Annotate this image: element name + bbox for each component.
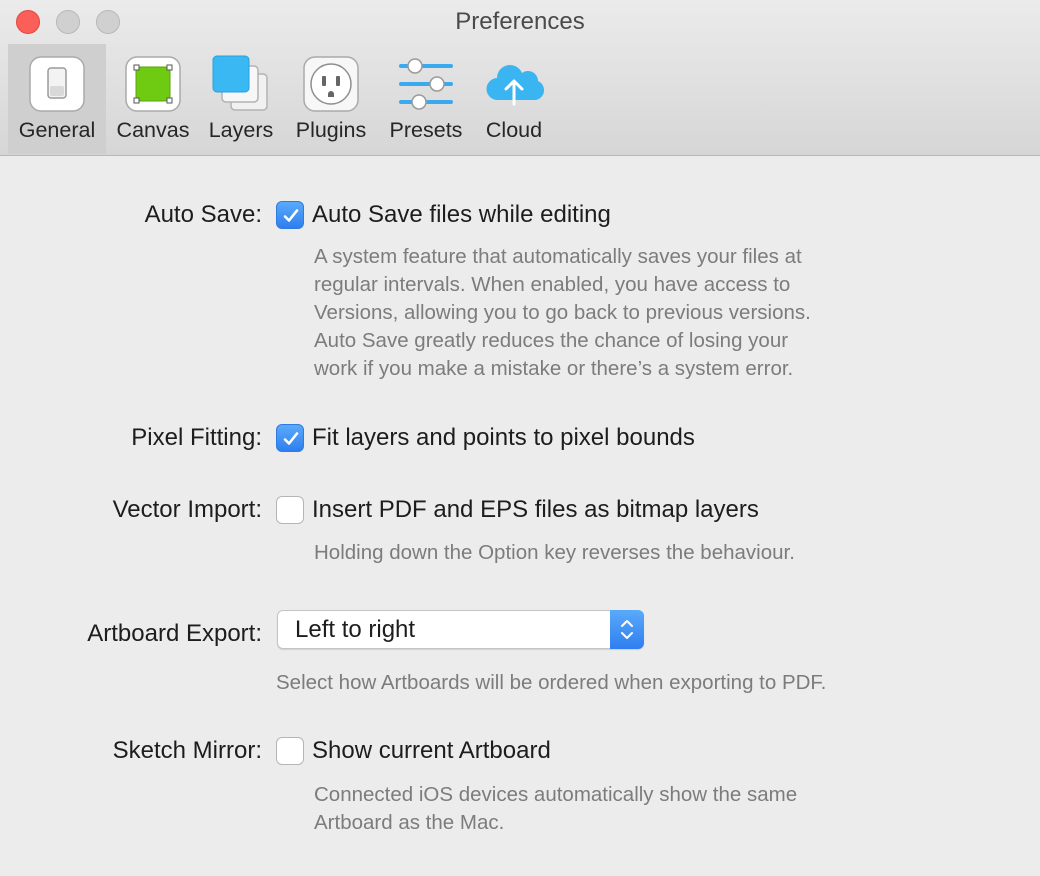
artboard-export-label: Artboard Export: [87, 620, 262, 647]
vector-import-option-label[interactable]: Insert PDF and EPS files as bitmap layer… [312, 496, 759, 524]
tab-layers[interactable]: Layers [200, 44, 282, 154]
layers-icon [209, 52, 273, 116]
checkmark-icon [283, 209, 299, 222]
window-title: Preferences [455, 8, 585, 35]
dropdown-stepper[interactable] [610, 610, 644, 649]
auto-save-label: Auto Save: [144, 201, 262, 228]
description-line: regular intervals. When enabled, you hav… [314, 273, 791, 296]
chevron-up-down-icon [621, 620, 633, 639]
description-line: Holding down the Option key reverses the… [314, 541, 795, 564]
auto-save-checkbox[interactable] [276, 201, 304, 229]
sketch-mirror-checkbox[interactable] [276, 737, 304, 765]
description-line: Auto Save greatly reduces the chance of … [314, 329, 789, 352]
description-line: Connected iOS devices automatically show… [314, 783, 798, 806]
vector-import-checkbox[interactable] [276, 496, 304, 524]
title-toolbar: Preferences General Canvas Layers Plugin… [0, 0, 1040, 156]
auto-save-description: A system feature that automatically save… [314, 243, 811, 383]
tab-label: Canvas [116, 118, 190, 142]
vector-import-label: Vector Import: [112, 496, 262, 523]
description-line: A system feature that automatically save… [314, 245, 802, 268]
cloud-upload-icon [482, 52, 546, 116]
tab-label: Cloud [485, 118, 543, 142]
tab-general[interactable]: General [8, 44, 106, 154]
description-line: work if you make a mistake or there’s a … [314, 357, 794, 380]
tab-presets[interactable]: Presets [380, 44, 472, 154]
pixel-fitting-label: Pixel Fitting: [131, 424, 262, 451]
tab-label: General [18, 118, 96, 142]
sketch-mirror-description: Connected iOS devices automatically show… [314, 781, 797, 837]
canvas-icon [121, 52, 185, 116]
tab-cloud[interactable]: Cloud [476, 44, 552, 154]
tab-label: Layers [208, 118, 274, 142]
tab-label: Presets [389, 118, 463, 142]
sketch-mirror-label: Sketch Mirror: [112, 737, 262, 764]
artboard-export-description: Select how Artboards will be ordered whe… [276, 671, 827, 694]
tab-canvas[interactable]: Canvas [110, 44, 196, 154]
checkmark-icon [283, 432, 299, 445]
artboard-export-dropdown[interactable]: Left to right [277, 610, 644, 649]
auto-save-option-label[interactable]: Auto Save files while editing [312, 201, 611, 229]
sketch-mirror-option-label[interactable]: Show current Artboard [312, 737, 551, 765]
general-switch-icon [25, 52, 89, 116]
presets-sliders-icon [394, 52, 458, 116]
pixel-fitting-checkbox[interactable] [276, 424, 304, 452]
tab-label: Plugins [295, 118, 367, 142]
description-line: Versions, allowing you to go back to pre… [314, 301, 811, 324]
tab-plugins[interactable]: Plugins [287, 44, 375, 154]
dropdown-selected-value: Left to right [295, 616, 416, 643]
description-line: Artboard as the Mac. [314, 811, 505, 834]
vector-import-description: Holding down the Option key reverses the… [314, 539, 795, 567]
plugins-icon [299, 52, 363, 116]
preferences-window: Preferences General Canvas Layers Plugin… [0, 0, 1040, 876]
pixel-fitting-option-label[interactable]: Fit layers and points to pixel bounds [312, 424, 695, 452]
